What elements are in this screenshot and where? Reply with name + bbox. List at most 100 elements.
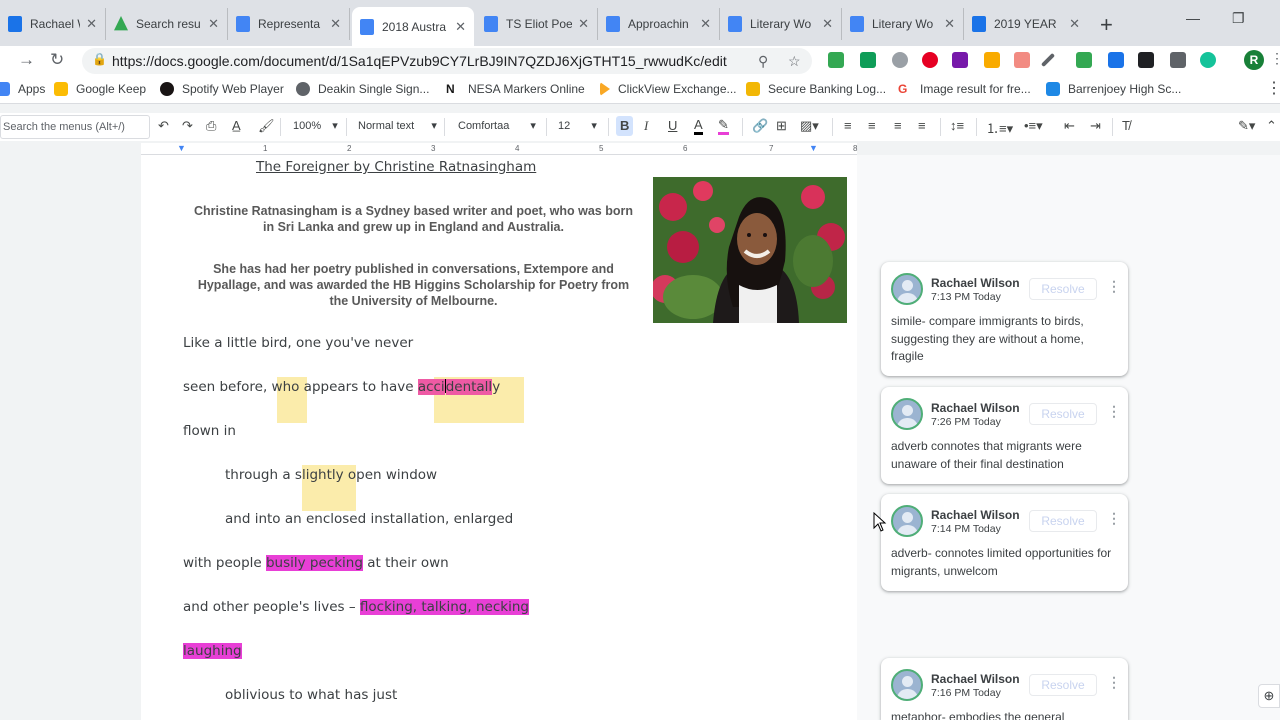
decrease-indent-icon[interactable]: ⇤ xyxy=(1064,118,1075,134)
line-spacing-icon[interactable]: ↕≡ xyxy=(950,118,964,133)
star-icon[interactable]: ☆ xyxy=(788,53,801,70)
reload-icon[interactable]: ↻ xyxy=(50,50,64,70)
close-icon[interactable]: ✕ xyxy=(1069,16,1080,32)
font-size-select[interactable]: 12 ▾ xyxy=(558,119,597,132)
author-photo[interactable] xyxy=(653,177,847,323)
more-options-icon[interactable]: ⋮ xyxy=(1107,403,1121,420)
resolve-button[interactable]: Resolve xyxy=(1029,278,1097,300)
comment-card[interactable]: Rachael Wilson 7:13 PM Today Resolve ⋮ s… xyxy=(881,262,1128,376)
font-select[interactable]: Comfortaa ▾ xyxy=(458,119,536,132)
close-icon[interactable]: ✕ xyxy=(208,16,219,32)
close-icon[interactable]: ✕ xyxy=(944,16,955,32)
extension-dark-icon[interactable] xyxy=(1138,52,1154,68)
indent-marker-icon[interactable]: ▼ xyxy=(177,143,186,153)
align-right-icon[interactable]: ≡ xyxy=(894,118,902,133)
link-icon[interactable]: 🔗 xyxy=(752,118,768,134)
close-icon[interactable]: ✕ xyxy=(578,16,589,32)
screencast-icon[interactable] xyxy=(1014,52,1030,68)
close-icon[interactable]: ✕ xyxy=(86,16,97,32)
pinterest-icon[interactable] xyxy=(922,52,938,68)
align-left-icon[interactable]: ≡ xyxy=(844,118,852,133)
bookmarks-overflow-icon[interactable]: ⋮ xyxy=(1266,78,1280,98)
bookmark-spotify[interactable]: Spotify Web Player xyxy=(160,82,284,96)
browser-tab[interactable]: 2019 YEAR ✕ xyxy=(964,8,1088,40)
browser-tab[interactable]: Literary Wo ✕ xyxy=(720,8,842,40)
browser-tab[interactable]: TS Eliot Poe ✕ xyxy=(476,8,598,40)
menu-kebab-icon[interactable]: ⋮ xyxy=(1270,50,1280,67)
bookmark-barrenjoey[interactable]: Barrenjoey High Sc... xyxy=(1046,82,1181,96)
resolve-button[interactable]: Resolve xyxy=(1029,403,1097,425)
bookmark-apps[interactable]: Apps xyxy=(0,82,45,96)
browser-tab[interactable]: Representa ✕ xyxy=(228,8,350,40)
italic-button[interactable]: I xyxy=(644,118,648,134)
close-icon[interactable]: ✕ xyxy=(700,16,711,32)
print-icon[interactable]: ⎙ xyxy=(206,118,216,134)
more-options-icon[interactable]: ⋮ xyxy=(1107,278,1121,295)
shield-icon[interactable] xyxy=(1076,52,1092,68)
right-indent-marker-icon[interactable]: ▼ xyxy=(809,143,818,153)
undo-icon[interactable]: ↶ xyxy=(158,118,169,134)
more-options-icon[interactable]: ⋮ xyxy=(1107,674,1121,691)
add-comment-side-icon[interactable]: ⊕ xyxy=(1258,684,1280,708)
close-icon[interactable]: ✕ xyxy=(822,16,833,32)
bookmark-clickview[interactable]: ClickView Exchange... xyxy=(600,82,737,96)
camera-icon[interactable] xyxy=(1170,52,1186,68)
underline-button[interactable]: U xyxy=(668,118,677,133)
bookmark-deakin[interactable]: Deakin Single Sign... xyxy=(296,82,429,96)
sheets-extension-icon[interactable] xyxy=(860,52,876,68)
browser-tab[interactable]: Approachin ✕ xyxy=(598,8,720,40)
style-select[interactable]: Normal text ▾ xyxy=(358,119,437,132)
onenote-icon[interactable] xyxy=(952,52,968,68)
numbered-list-icon[interactable]: ⒈≡▾ xyxy=(986,118,1013,137)
tab-label: 2019 YEAR xyxy=(994,17,1057,31)
add-comment-icon[interactable]: ⊞ xyxy=(776,118,787,134)
ruler[interactable]: ▼ 1 2 3 4 5 6 7 8 ▼ xyxy=(141,143,857,155)
bold-button[interactable]: B xyxy=(616,116,634,136)
more-options-icon[interactable]: ⋮ xyxy=(1107,510,1121,527)
browser-tab-active[interactable]: 2018 Austra ✕ xyxy=(352,7,474,46)
redo-icon[interactable]: ↷ xyxy=(182,118,193,134)
menu-search-input[interactable]: Search the menus (Alt+/) xyxy=(0,115,150,139)
bookmark-nesa[interactable]: N NESA Markers Online xyxy=(446,82,585,96)
new-tab-button[interactable]: + xyxy=(1100,12,1113,38)
grammarly-icon[interactable] xyxy=(1200,52,1216,68)
bulleted-list-icon[interactable]: •≡▾ xyxy=(1024,118,1043,134)
increase-indent-icon[interactable]: ⇥ xyxy=(1090,118,1101,134)
editing-mode-icon[interactable]: ✎▾ xyxy=(1238,118,1255,134)
extension-icon[interactable] xyxy=(892,52,908,68)
bookmark-google-keep[interactable]: Google Keep xyxy=(54,82,146,96)
paint-format-icon[interactable]: 🖌 xyxy=(258,118,275,134)
zoom-icon[interactable]: ⚲ xyxy=(758,53,768,70)
align-center-icon[interactable]: ≡ xyxy=(868,118,876,133)
browser-tab[interactable]: Literary Wo ✕ xyxy=(842,8,964,40)
bookmark-banking[interactable]: Secure Banking Log... xyxy=(746,82,886,96)
bookmark-image-result[interactable]: G Image result for fre... xyxy=(898,82,1031,96)
restore-icon[interactable]: ❐ xyxy=(1232,10,1245,27)
pen-icon[interactable] xyxy=(1040,52,1056,68)
justify-icon[interactable]: ≡ xyxy=(918,118,926,133)
close-icon[interactable]: ✕ xyxy=(330,16,341,32)
clear-formatting-icon[interactable]: T̸ xyxy=(1122,118,1130,133)
url-field[interactable]: 🔒 https://docs.google.com/document/d/1Sa… xyxy=(82,48,812,74)
highlight-color-icon[interactable]: ✎ xyxy=(718,118,729,135)
comment-card[interactable]: Rachael Wilson 7:14 PM Today Resolve ⋮ a… xyxy=(881,494,1128,591)
document-page[interactable]: The Foreigner by Christine Ratnasingham … xyxy=(141,155,857,720)
minimize-icon[interactable]: — xyxy=(1186,10,1200,26)
spellcheck-icon[interactable]: A̲ xyxy=(232,118,241,133)
insert-image-icon[interactable]: ▨▾ xyxy=(800,118,819,134)
extension-badge-icon[interactable] xyxy=(984,52,1000,68)
forward-arrow-icon[interactable]: → xyxy=(18,50,35,70)
profile-avatar[interactable]: R xyxy=(1244,50,1264,70)
browser-tab[interactable]: Search resu ✕ xyxy=(106,8,228,40)
resolve-button[interactable]: Resolve xyxy=(1029,510,1097,532)
drive-extension-icon[interactable] xyxy=(828,52,844,68)
comment-card[interactable]: Rachael Wilson 7:16 PM Today Resolve ⋮ m… xyxy=(881,658,1128,720)
collapse-toolbar-icon[interactable]: ⌃ xyxy=(1266,118,1277,134)
text-color-button[interactable]: A xyxy=(694,118,703,135)
browser-tab[interactable]: Rachael Wi ✕ xyxy=(0,8,106,40)
comment-card[interactable]: Rachael Wilson 7:26 PM Today Resolve ⋮ a… xyxy=(881,387,1128,484)
translate-icon[interactable] xyxy=(1108,52,1124,68)
close-icon[interactable]: ✕ xyxy=(455,19,466,35)
zoom-select[interactable]: 100% ▾ xyxy=(293,119,338,132)
resolve-button[interactable]: Resolve xyxy=(1029,674,1097,696)
